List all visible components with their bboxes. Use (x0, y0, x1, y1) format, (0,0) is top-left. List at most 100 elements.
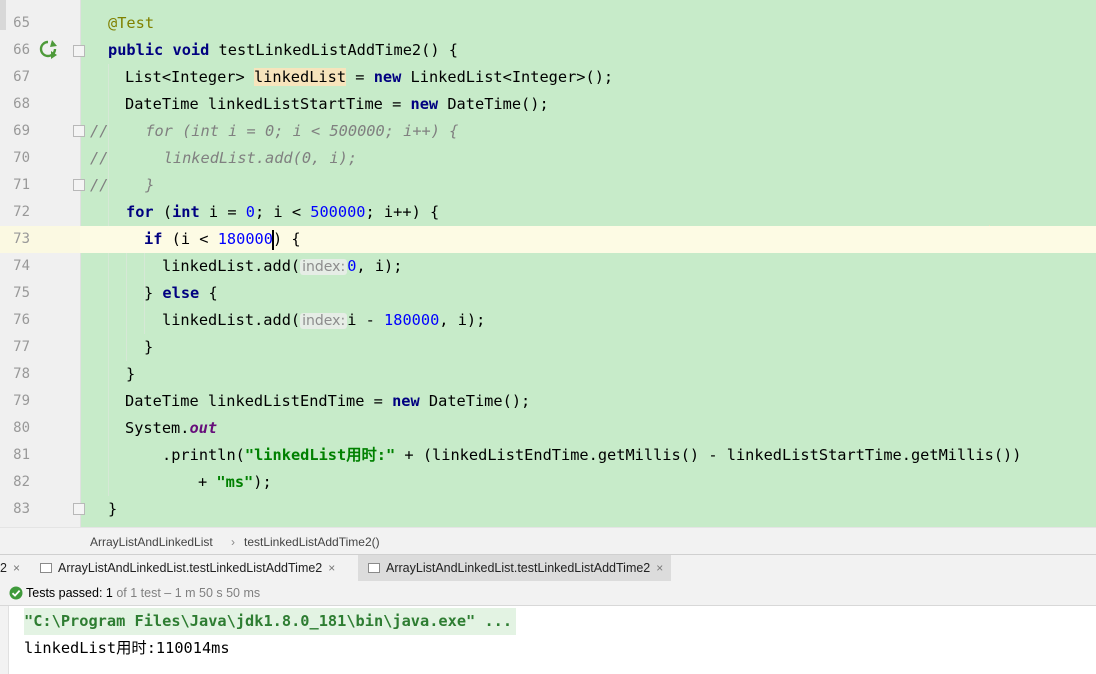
code-text: LinkedList<Integer>(); (401, 68, 614, 86)
line-number: 81 (13, 447, 30, 463)
number-token: 180000 (384, 311, 440, 329)
line-number: 72 (13, 204, 30, 220)
close-icon[interactable]: × (656, 561, 663, 575)
line-number: 78 (13, 366, 30, 382)
code-text: + (198, 473, 217, 491)
fold-toggle-icon[interactable] (73, 179, 85, 191)
fold-toggle-icon[interactable] (73, 503, 85, 515)
code-line-65[interactable]: 65 @Test (0, 10, 1096, 37)
code-line-74[interactable]: 74 linkedList.add(index: 0, i); (0, 253, 1096, 280)
close-icon[interactable]: × (13, 561, 20, 575)
code-text: i = (199, 203, 246, 221)
keyword-token: new (392, 392, 420, 410)
code-text: , i); (439, 311, 486, 329)
code-text: DateTime linkedListEndTime = (125, 392, 393, 410)
string-token: "ms" (216, 473, 254, 491)
keyword-token: new (410, 95, 439, 113)
code-line-82[interactable]: 82 + "ms"); (0, 469, 1096, 496)
code-text: testLinkedListAddTime2() { (209, 41, 458, 59)
line-number: 66 (13, 42, 30, 58)
code-line-78[interactable]: 78 } (0, 361, 1096, 388)
code-line-83[interactable]: 83 } (0, 496, 1096, 523)
line-number: 76 (13, 312, 30, 328)
code-text: { (199, 284, 218, 302)
code-text: DateTime linkedListStartTime = (125, 95, 411, 113)
code-text: i - (347, 311, 385, 329)
code-text: } (108, 500, 118, 518)
console-command-line: "C:\Program Files\Java\jdk1.8.0_181\bin\… (24, 608, 517, 635)
code-line-79[interactable]: 79 DateTime linkedListEndTime = new Date… (0, 388, 1096, 415)
line-number: 67 (13, 69, 30, 85)
code-line-80[interactable]: 80 System.out (0, 415, 1096, 442)
line-number: 82 (13, 474, 30, 490)
highlighted-identifier: linkedList (253, 68, 347, 86)
code-line-68[interactable]: 68 DateTime linkedListStartTime = new Da… (0, 91, 1096, 118)
comment-text: // linkedList.add(0, i); (90, 149, 358, 167)
code-text: linkedList.add( (162, 257, 301, 275)
tab-run-config-1[interactable]: ArrayListAndLinkedList.testLinkedListAdd… (30, 555, 345, 581)
run-tab-bar: 2 × ArrayListAndLinkedList.testLinkedList… (0, 554, 1096, 582)
code-line-76[interactable]: 76 linkedList.add(index: i - 180000, i); (0, 307, 1096, 334)
code-text: , i); (356, 257, 403, 275)
tab-label: 2 (0, 561, 7, 575)
passed-count: 1 (105, 586, 113, 600)
code-text: ; i < (254, 203, 311, 221)
console-gutter (0, 606, 9, 674)
tab-run-config-2[interactable]: ArrayListAndLinkedList.testLinkedListAdd… (358, 555, 672, 581)
code-text: DateTime(); (438, 95, 549, 113)
code-line-70[interactable]: 70 // linkedList.add(0, i); (0, 145, 1096, 172)
code-text: ; i++) { (365, 203, 440, 221)
code-editor[interactable]: 65 @Test 66 public void testLinkedListAd… (0, 0, 1096, 527)
run-test-icon[interactable] (38, 39, 58, 59)
breadcrumb-separator: › (231, 535, 235, 549)
string-token: "linkedList用时:" (244, 446, 396, 464)
close-icon[interactable]: × (328, 561, 335, 575)
code-text: DateTime(); (419, 392, 531, 410)
keyword-token: else (162, 284, 200, 302)
line-number: 80 (13, 420, 30, 436)
tab-label: ArrayListAndLinkedList.testLinkedListAdd… (386, 561, 651, 575)
line-number: 77 (13, 339, 30, 355)
tab-partial[interactable]: 2 × (0, 555, 30, 581)
line-number: 65 (13, 15, 30, 31)
code-line-75[interactable]: 75 } else { (0, 280, 1096, 307)
code-line-77[interactable]: 77 } (0, 334, 1096, 361)
code-line-69[interactable]: 69 // for (int i = 0; i < 500000; i++) { (0, 118, 1096, 145)
line-number: 79 (13, 393, 30, 409)
test-status-bar: Tests passed: 1 of 1 test – 1 m 50 s 50 … (0, 581, 1096, 606)
code-line-66[interactable]: 66 public void testLinkedListAddTime2() … (0, 37, 1096, 64)
code-line-81[interactable]: 81 .println("linkedList用时:" + (linkedLis… (0, 442, 1096, 469)
console-output-line: linkedList用时:110014ms (24, 639, 230, 657)
parameter-hint: index: (300, 259, 348, 275)
line-number: 74 (13, 258, 30, 274)
run-config-icon (40, 562, 52, 573)
keyword-token: if (144, 230, 163, 248)
keyword-token: for (126, 203, 154, 221)
fold-toggle-icon[interactable] (73, 45, 85, 57)
console-output[interactable]: "C:\Program Files\Java\jdk1.8.0_181\bin\… (0, 606, 1096, 674)
number-token: 0 (245, 203, 255, 221)
code-text: linkedList.add( (162, 311, 301, 329)
fold-toggle-icon[interactable] (73, 125, 85, 137)
line-number: 70 (13, 150, 30, 166)
comment-text: // } (90, 176, 155, 194)
static-field-token: out (189, 419, 218, 437)
tests-passed-label: Tests passed: 1 of 1 test – 1 m 50 s 50 … (26, 581, 260, 605)
keyword-token: int (172, 203, 200, 221)
comment-text: // for (int i = 0; i < 500000; i++) { (90, 122, 459, 140)
code-text: System. (125, 419, 190, 437)
code-text: (i < (162, 230, 218, 248)
line-number: 83 (13, 501, 30, 517)
breadcrumb: ArrayListAndLinkedList › testLinkedListA… (0, 527, 1096, 554)
code-text: .println( (162, 446, 245, 464)
code-line-71[interactable]: 71 // } (0, 172, 1096, 199)
keyword-token: void (172, 41, 210, 59)
code-line-67[interactable]: 67 List<Integer> linkedList = new Linked… (0, 64, 1096, 91)
annotation-token: @Test (108, 14, 155, 32)
code-text: ) { (272, 230, 301, 248)
breadcrumb-class[interactable]: ArrayListAndLinkedList (90, 535, 213, 549)
code-line-72[interactable]: 72 for (int i = 0; i < 500000; i++) { (0, 199, 1096, 226)
breadcrumb-method[interactable]: testLinkedListAddTime2() (244, 535, 380, 549)
code-line-73-current[interactable]: 73 if (i < 180000) { (0, 226, 1096, 253)
line-number: 69 (13, 123, 30, 139)
